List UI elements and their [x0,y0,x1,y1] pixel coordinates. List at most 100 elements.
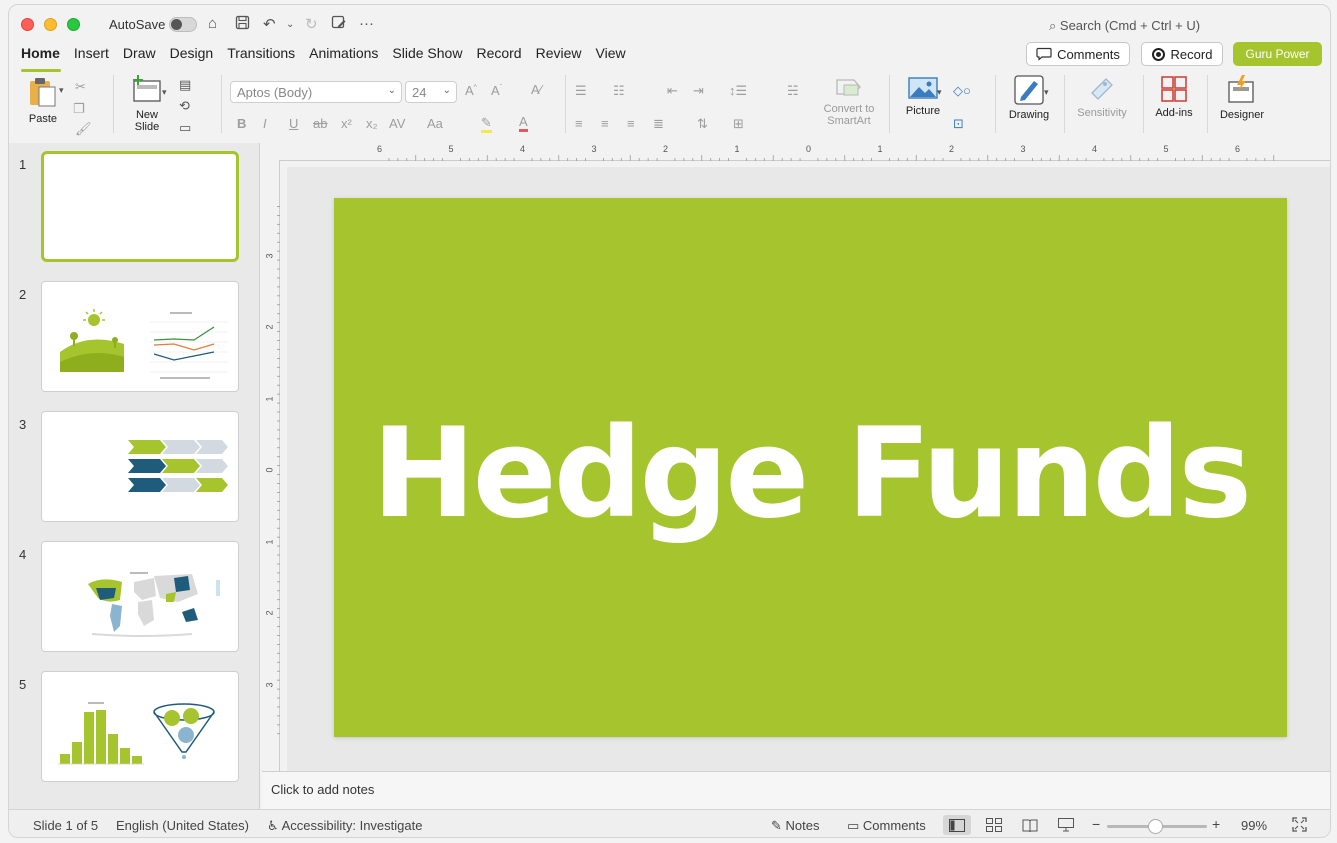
numbering-icon[interactable]: ☷ [613,83,625,99]
tab-view[interactable]: View [595,43,639,69]
shapes-icon[interactable]: ◇○ [953,83,971,99]
slide-sorter-view-button[interactable] [980,815,1008,835]
font-size-select[interactable]: 24 ⌄ [405,81,457,103]
tab-record[interactable]: Record [475,43,534,69]
convert-smartart-button[interactable]: Convert to SmartArt [817,75,881,127]
align-center-icon[interactable]: ≡ [601,116,609,131]
zoom-window-button[interactable] [67,18,80,31]
decrease-indent-icon[interactable]: ⇤ [667,83,678,99]
vertical-ruler[interactable]: 3 2 1 0 1 2 3 [262,161,280,771]
font-name-select[interactable]: Aptos (Body) ⌄ [230,81,402,103]
add-ins-button[interactable]: Add-ins [1151,75,1197,119]
tab-review[interactable]: Review [535,43,595,69]
slide-thumbnail-image[interactable] [41,671,239,782]
slide-thumbnail-image[interactable] [41,151,239,262]
designer-button[interactable]: Designer [1215,75,1269,121]
undo-icon[interactable]: ↶ [263,15,276,33]
undo-dropdown-icon[interactable]: ⌄ [286,19,294,30]
tab-insert[interactable]: Insert [73,43,122,69]
notes-pane[interactable]: Click to add notes [262,771,1330,809]
align-text-icon[interactable]: ⊞ [733,116,744,132]
copy-icon[interactable]: ❐ [73,101,85,117]
slide-thumbnail-image[interactable] [41,541,239,652]
italic-icon[interactable]: I [263,116,267,131]
tab-draw[interactable]: Draw [122,43,169,69]
increase-indent-icon[interactable]: ⇥ [693,83,704,99]
slide-thumbnail-image[interactable] [41,281,239,392]
superscript-icon[interactable]: x² [341,116,352,131]
tab-home[interactable]: Home [20,43,73,72]
search-input[interactable]: ⌕ Search (Cmd + Ctrl + U) [1049,18,1200,34]
paste-button[interactable]: Paste [23,75,63,125]
comments-button[interactable]: Comments [1026,42,1130,66]
slide-thumbnail-image[interactable] [41,411,239,522]
home-icon[interactable]: ⌂ [208,15,217,32]
drawing-dropdown-icon[interactable]: ▾ [1044,87,1049,98]
bullets-icon[interactable]: ☰ [575,83,587,99]
tab-animations[interactable]: Animations [308,43,391,69]
character-spacing-icon[interactable]: AV [389,116,405,131]
reading-view-button[interactable] [1016,815,1044,835]
text-direction-icon[interactable]: ⇅ [697,116,708,132]
drawing-button[interactable]: Drawing [1005,75,1053,121]
sensitivity-button[interactable]: Sensitivity [1072,75,1132,119]
language-indicator[interactable]: English (United States) [116,818,249,833]
close-window-button[interactable] [21,18,34,31]
paste-dropdown-icon[interactable]: ▾ [59,85,64,96]
text-box-icon[interactable]: ⊡ [953,116,964,132]
tab-transitions[interactable]: Transitions [226,43,308,69]
slide-thumbnail-panel[interactable]: 1 2 3 4 5 [9,143,260,809]
justify-icon[interactable]: ≣ [653,116,664,132]
format-painter-icon[interactable]: 🖌 [75,121,92,137]
columns-icon[interactable]: ☵ [787,83,799,99]
current-slide[interactable]: Hedge Funds [334,198,1287,737]
new-slide-button[interactable]: New Slide [125,75,169,133]
accessibility-checker[interactable]: ♿︎ Accessibility: Investigate [267,818,422,834]
strikethrough-icon[interactable]: ab [313,116,327,131]
record-button[interactable]: Record [1141,42,1223,66]
comments-toggle[interactable]: ▭ Comments [847,818,926,834]
slide-thumbnail-5[interactable]: 5 [9,667,259,782]
horizontal-ruler[interactable]: 6 5 4 3 2 1 0 1 2 3 4 5 6 [279,143,1330,161]
slide-thumbnail-3[interactable]: 3 [9,407,259,522]
subscript-icon[interactable]: x₂ [366,116,378,131]
highlight-icon[interactable]: ✎ [481,115,492,133]
slide-thumbnail-4[interactable]: 4 [9,537,259,652]
zoom-slider-handle[interactable] [1148,819,1163,834]
clear-formatting-icon[interactable]: A⁄ [531,82,542,97]
minimize-window-button[interactable] [44,18,57,31]
align-right-icon[interactable]: ≡ [627,116,635,131]
align-left-icon[interactable]: ≡ [575,116,583,131]
customize-icon[interactable] [331,15,346,34]
new-slide-dropdown-icon[interactable]: ▾ [162,87,167,98]
more-icon[interactable]: ··· [359,15,374,32]
slide-title[interactable]: Hedge Funds [372,402,1252,546]
save-icon[interactable] [235,15,250,34]
notes-placeholder[interactable]: Click to add notes [271,782,374,797]
fit-to-window-icon[interactable] [1292,817,1307,835]
decrease-font-icon[interactable]: Aˇ [491,83,502,98]
layout-icon[interactable]: ▤ [179,77,191,93]
zoom-level[interactable]: 99% [1241,818,1267,833]
redo-icon[interactable]: ↻ [305,15,318,33]
picture-dropdown-icon[interactable]: ▾ [937,87,942,98]
guru-power-button[interactable]: Guru Power [1233,42,1322,66]
underline-icon[interactable]: U [289,116,298,131]
slide-show-view-button[interactable] [1052,815,1080,835]
tab-design[interactable]: Design [169,43,227,69]
increase-font-icon[interactable]: A^ [465,83,477,98]
slide-thumbnail-2[interactable]: 2 [9,277,259,392]
font-color-icon[interactable]: A [519,114,528,132]
section-icon[interactable]: ▭ [179,120,191,136]
change-case-icon[interactable]: Aa [427,116,443,131]
autosave-toggle[interactable] [169,17,197,32]
line-spacing-icon[interactable]: ↕☰ [729,83,747,99]
slide-thumbnail-1[interactable]: 1 [9,147,259,262]
tab-slide-show[interactable]: Slide Show [391,43,475,69]
zoom-in-button[interactable]: + [1212,816,1220,832]
reset-icon[interactable]: ⟲ [179,98,190,114]
normal-view-button[interactable] [943,815,971,835]
zoom-out-button[interactable]: − [1092,816,1100,832]
bold-icon[interactable]: B [237,116,246,131]
cut-icon[interactable]: ✂ [75,79,86,95]
